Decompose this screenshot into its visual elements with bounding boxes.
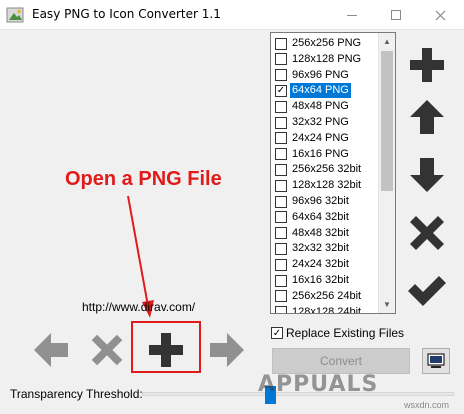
threshold-label: Transparency Threshold: [10,387,143,401]
minimize-icon [347,14,357,16]
format-checkbox[interactable] [275,227,287,240]
format-label: 96x96 32bit [292,195,349,207]
format-list-item[interactable]: 256x256 PNG [272,36,380,51]
arrow-up-icon [410,100,444,134]
move-up-button[interactable] [404,94,450,140]
format-list-item[interactable]: 64x64 32bit [272,210,380,225]
format-label: 128x128 32bit [292,179,362,192]
format-label: 256x256 PNG [292,37,362,49]
format-label: 128x128 PNG [292,52,362,65]
format-checkbox[interactable] [275,69,287,82]
convert-button[interactable]: Convert [272,348,410,374]
format-list-item[interactable]: 128x128 32bit [272,178,380,193]
open-png-button[interactable] [143,327,189,373]
format-list-item[interactable]: 96x96 32bit [272,194,380,209]
replace-existing-label: Replace Existing Files [286,326,405,340]
scroll-thumb[interactable] [381,51,393,191]
maximize-icon [391,10,401,20]
scroll-up-button[interactable]: ▲ [379,33,395,50]
plus-icon [410,48,444,82]
arrow-right-icon [210,333,244,367]
arrow-left-icon [34,333,68,367]
remove-button[interactable] [404,210,450,256]
confirm-button[interactable] [404,268,450,314]
format-label: 48x48 32bit [292,226,349,239]
add-button[interactable] [404,42,450,88]
format-checkbox[interactable] [275,37,287,50]
x-icon [410,216,444,250]
format-label: 128x128 24bit [292,305,362,314]
format-list-item[interactable]: 256x256 32bit [272,162,380,177]
format-label: 32x32 PNG [292,116,349,128]
format-checkbox[interactable] [275,274,287,287]
previous-button[interactable] [28,327,74,373]
format-list-item[interactable]: ✓ 64x64 PNG [272,83,380,99]
replace-existing-checkbox[interactable]: ✓ [271,327,283,339]
window-title: Easy PNG to Icon Converter 1.1 [32,7,221,21]
format-list[interactable]: 256x256 PNG 128x128 PNG 96x96 PNG ✓ 64x64 PN… [270,32,396,314]
format-label: 64x64 PNG [290,83,351,99]
format-list-item[interactable]: 256x256 24bit [272,289,380,304]
format-checkbox[interactable] [275,211,287,224]
format-list-item[interactable]: 128x128 24bit [272,305,380,314]
format-label: 24x24 32bit [292,258,349,271]
replace-existing-row[interactable]: ✓ Replace Existing Files [271,326,404,340]
format-label: 16x16 PNG [292,147,349,160]
format-list-item[interactable]: 24x24 PNG [272,131,380,146]
minimize-button[interactable] [330,0,374,30]
format-list-item[interactable]: 24x24 32bit [272,257,380,272]
clear-button[interactable] [84,327,130,373]
format-label: 96x96 PNG [292,68,349,81]
arrow-down-icon [410,158,444,192]
format-list-item[interactable]: 48x48 32bit [272,226,380,241]
app-icon [6,7,24,23]
format-label: 256x256 32bit [292,163,362,176]
format-list-item[interactable]: 16x16 PNG [272,147,380,162]
format-checkbox[interactable] [275,306,287,313]
format-checkbox[interactable] [275,195,287,208]
x-icon [91,334,123,366]
format-label: 24x24 PNG [292,131,349,144]
format-checkbox[interactable]: ✓ [275,84,287,97]
format-list-item[interactable]: 32x32 PNG [272,115,380,130]
format-checkbox[interactable] [275,132,287,145]
console-icon [427,353,445,368]
format-label: 16x16 32bit [292,274,349,286]
list-scrollbar[interactable]: ▲ ▼ [378,33,395,313]
checkmark-icon [408,276,446,306]
format-label: 64x64 32bit [292,210,349,223]
format-checkbox[interactable] [275,53,287,66]
format-checkbox[interactable] [275,290,287,303]
format-checkbox[interactable] [275,179,287,192]
watermark-logo: APPUALS [258,372,379,397]
watermark-site: wsxdn.com [404,400,450,410]
next-button[interactable] [204,327,250,373]
format-checkbox[interactable] [275,242,287,255]
format-list-item[interactable]: 128x128 PNG [272,52,380,67]
maximize-button[interactable] [374,0,418,30]
format-list-item[interactable]: 48x48 PNG [272,99,380,114]
scroll-down-button[interactable]: ▼ [379,296,395,313]
format-label: 256x256 24bit [292,289,362,302]
move-down-button[interactable] [404,152,450,198]
close-button[interactable] [418,0,462,30]
title-bar: Easy PNG to Icon Converter 1.1 [0,0,464,30]
plus-icon [149,333,183,367]
format-label: 32x32 32bit [292,242,349,255]
website-url[interactable]: http://www.dirav.com/ [82,300,195,314]
format-list-item[interactable]: 16x16 32bit [272,273,380,288]
annotation-label: Open a PNG File [65,168,222,190]
format-checkbox[interactable] [275,163,287,176]
format-label: 48x48 PNG [292,100,349,113]
close-icon [435,10,445,20]
format-checkbox[interactable] [275,258,287,271]
format-list-item[interactable]: 96x96 PNG [272,68,380,83]
format-checkbox[interactable] [275,100,287,113]
format-checkbox[interactable] [275,148,287,161]
console-button[interactable] [422,348,450,374]
format-checkbox[interactable] [275,116,287,129]
format-list-item[interactable]: 32x32 32bit [272,241,380,256]
